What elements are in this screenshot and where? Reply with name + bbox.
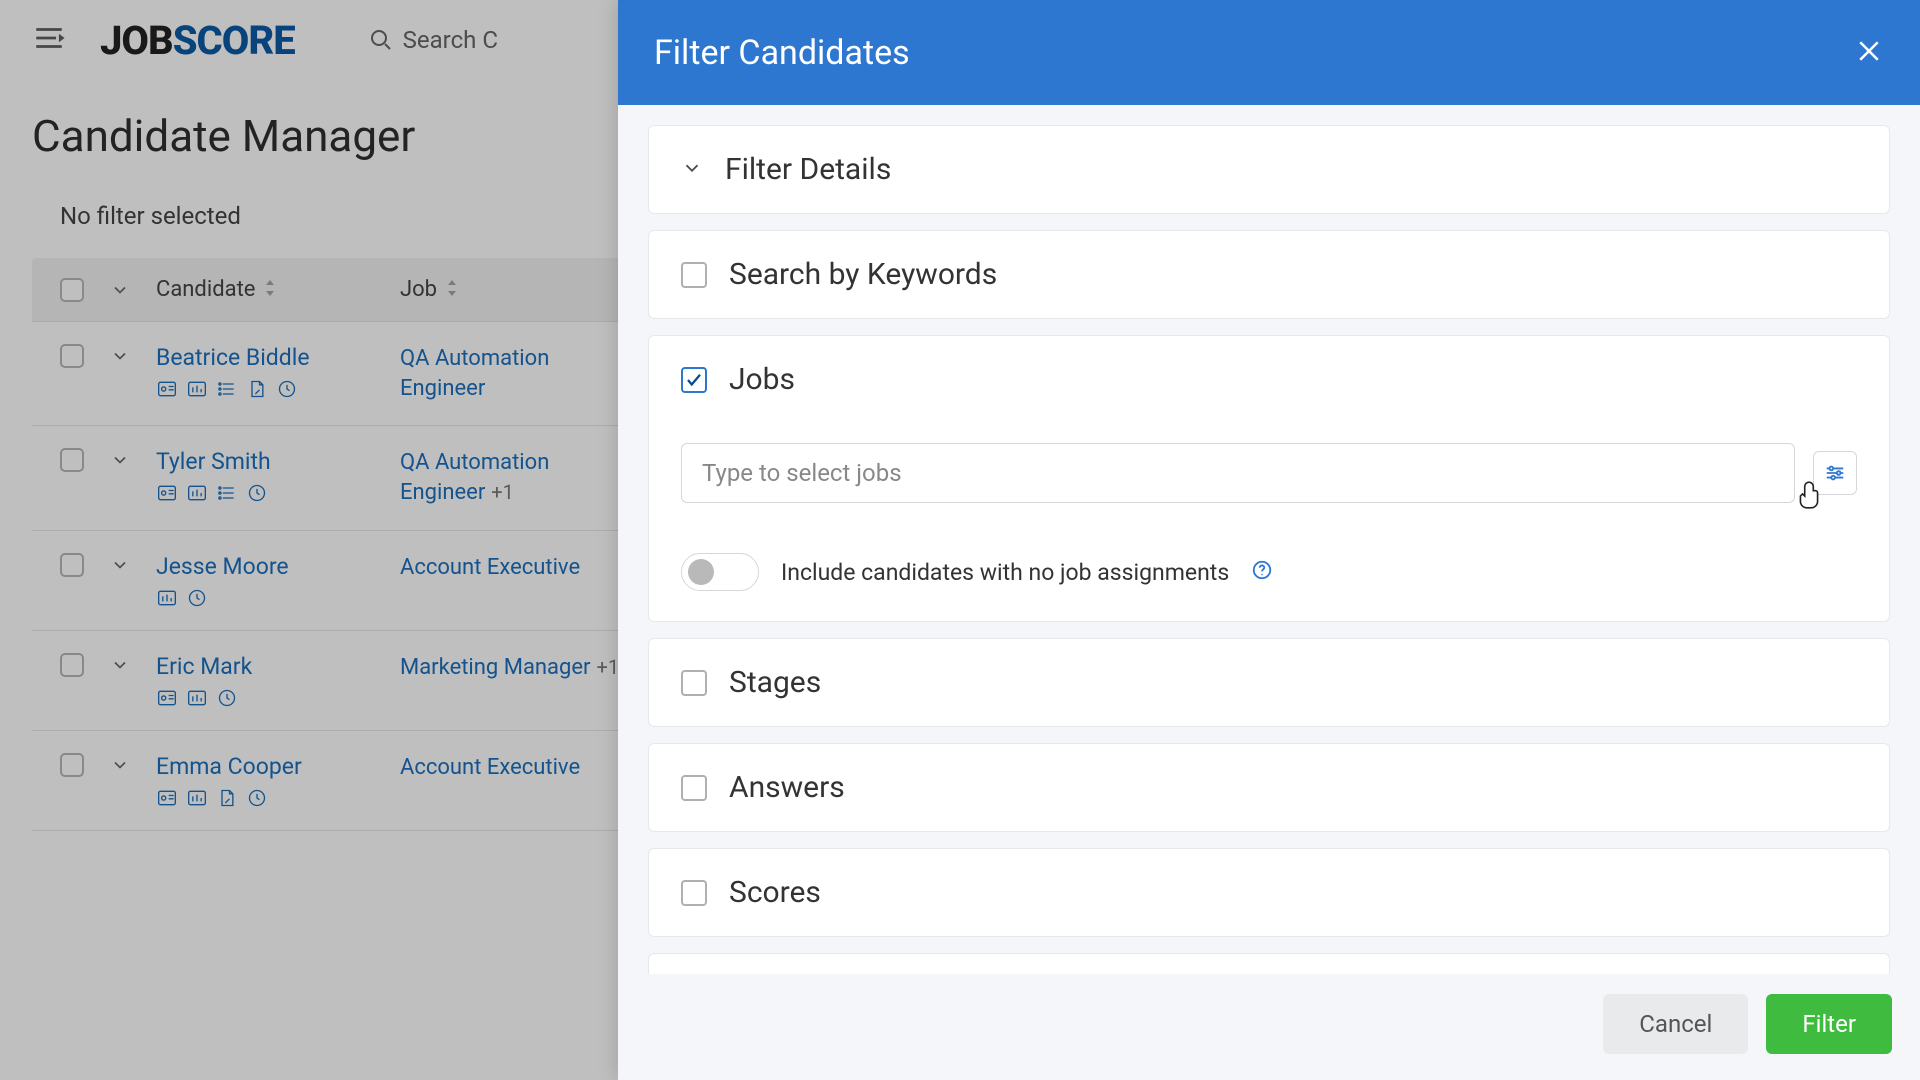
cancel-button[interactable]: Cancel bbox=[1603, 994, 1748, 1054]
filter-modal: Filter Candidates Filter Details Search … bbox=[618, 0, 1920, 1080]
scores-checkbox[interactable] bbox=[681, 880, 707, 906]
modal-footer: Cancel Filter bbox=[618, 974, 1920, 1080]
stages-label: Stages bbox=[729, 665, 821, 700]
section-filter-details[interactable]: Filter Details bbox=[648, 125, 1890, 214]
include-no-job-toggle[interactable] bbox=[681, 553, 759, 591]
section-scores[interactable]: Scores bbox=[648, 848, 1890, 937]
filter-details-label: Filter Details bbox=[725, 152, 891, 187]
keywords-checkbox[interactable] bbox=[681, 262, 707, 288]
scores-label: Scores bbox=[729, 875, 821, 910]
chevron-down-icon bbox=[681, 157, 703, 183]
stages-checkbox[interactable] bbox=[681, 670, 707, 696]
answers-label: Answers bbox=[729, 770, 845, 805]
jobs-label: Jobs bbox=[729, 362, 795, 397]
close-icon[interactable] bbox=[1854, 36, 1884, 70]
jobs-checkbox[interactable] bbox=[681, 367, 707, 393]
keywords-label: Search by Keywords bbox=[729, 257, 997, 292]
answers-checkbox[interactable] bbox=[681, 775, 707, 801]
cursor-icon bbox=[1796, 480, 1822, 514]
jobs-select-input[interactable]: Type to select jobs bbox=[681, 443, 1795, 503]
jobs-placeholder: Type to select jobs bbox=[702, 459, 902, 487]
section-stages[interactable]: Stages bbox=[648, 638, 1890, 727]
section-keywords[interactable]: Search by Keywords bbox=[648, 230, 1890, 319]
modal-title: Filter Candidates bbox=[654, 33, 910, 73]
include-no-job-label: Include candidates with no job assignmen… bbox=[781, 559, 1229, 586]
modal-header: Filter Candidates bbox=[618, 0, 1920, 105]
modal-body: Filter Details Search by Keywords Jobs bbox=[618, 105, 1920, 974]
help-icon[interactable] bbox=[1251, 559, 1273, 585]
section-jobs: Jobs Type to select jobs Include candida… bbox=[648, 335, 1890, 622]
section-distance[interactable]: Distance bbox=[648, 953, 1890, 974]
section-answers[interactable]: Answers bbox=[648, 743, 1890, 832]
filter-button[interactable]: Filter bbox=[1766, 994, 1892, 1054]
